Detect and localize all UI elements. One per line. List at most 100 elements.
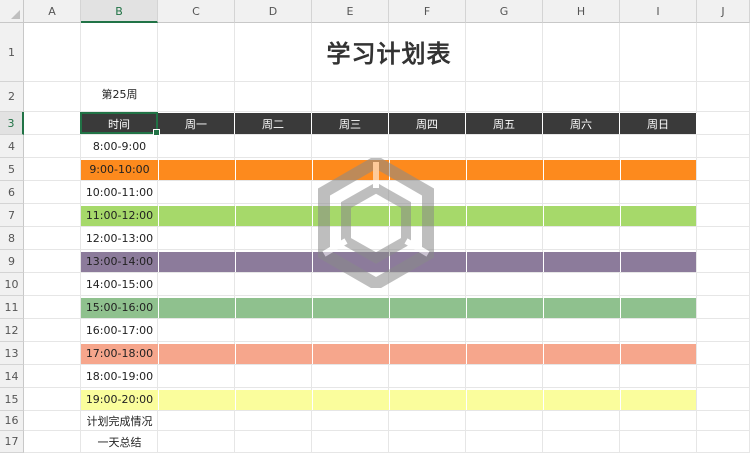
grid-cell[interactable] (620, 82, 697, 112)
header-cell-day[interactable]: 周日 (620, 113, 697, 134)
row-header-9[interactable]: 9 (0, 250, 24, 273)
grid-cell[interactable] (543, 411, 620, 431)
grid-cell[interactable] (697, 158, 750, 181)
row-header-17[interactable]: 17 (0, 431, 24, 453)
time-slot-label[interactable]: 一天总结 (81, 431, 158, 453)
grid-cell[interactable] (697, 319, 750, 342)
grid-cell[interactable] (158, 431, 235, 453)
header-cell-day[interactable]: 周六 (543, 113, 620, 134)
time-slot-label[interactable]: 10:00-11:00 (81, 181, 158, 204)
grid-cell[interactable] (389, 82, 466, 112)
grid-cell[interactable] (24, 250, 81, 273)
row-header-5[interactable]: 5 (0, 158, 24, 181)
grid-cell[interactable] (24, 296, 81, 319)
header-cell-day[interactable]: 周二 (235, 113, 312, 134)
grid-cell[interactable] (389, 431, 466, 453)
grid-cell[interactable] (24, 319, 81, 342)
grid-cell[interactable] (235, 319, 312, 342)
active-cell-selection[interactable] (80, 112, 160, 136)
grid-cell[interactable] (312, 431, 389, 453)
header-cell-day[interactable]: 周三 (312, 113, 389, 134)
grid-cell[interactable] (24, 342, 81, 365)
time-slot-label[interactable]: 15:00-16:00 (81, 296, 158, 319)
grid-cell[interactable] (543, 227, 620, 250)
grid-cell[interactable] (697, 204, 750, 227)
column-header-i[interactable]: I (620, 0, 697, 23)
grid-cell[interactable] (158, 411, 235, 431)
grid-cell[interactable] (24, 227, 81, 250)
grid-cell[interactable] (466, 181, 543, 204)
row-header-16[interactable]: 16 (0, 411, 24, 431)
row-header-1[interactable]: 1 (0, 23, 24, 82)
time-slot-label[interactable]: 14:00-15:00 (81, 273, 158, 296)
grid-cell[interactable] (24, 23, 81, 82)
grid-cell[interactable] (466, 365, 543, 388)
grid-cell[interactable] (697, 227, 750, 250)
grid-cell[interactable] (620, 411, 697, 431)
grid-cell[interactable] (466, 135, 543, 158)
row-header-13[interactable]: 13 (0, 342, 24, 365)
row-header-15[interactable]: 15 (0, 388, 24, 411)
grid-cell[interactable] (81, 23, 158, 82)
row-header-7[interactable]: 7 (0, 204, 24, 227)
grid-cell[interactable] (24, 273, 81, 296)
grid-cell[interactable] (158, 365, 235, 388)
grid-cell[interactable] (543, 135, 620, 158)
grid-cell[interactable] (312, 82, 389, 112)
row-header-8[interactable]: 8 (0, 227, 24, 250)
grid-cell[interactable] (620, 365, 697, 388)
column-header-h[interactable]: H (543, 0, 620, 23)
grid-cell[interactable] (543, 319, 620, 342)
time-slot-label[interactable]: 9:00-10:00 (81, 158, 158, 181)
grid-cell[interactable] (24, 82, 81, 112)
column-header-j[interactable]: J (697, 0, 750, 23)
grid-cell[interactable] (24, 181, 81, 204)
time-slot-label[interactable]: 11:00-12:00 (81, 204, 158, 227)
grid-cell[interactable] (24, 411, 81, 431)
week-label[interactable]: 第25周 (81, 82, 158, 105)
grid-cell[interactable] (697, 411, 750, 431)
grid-cell[interactable] (697, 388, 750, 411)
grid-cell[interactable] (312, 411, 389, 431)
time-slot-label[interactable]: 18:00-19:00 (81, 365, 158, 388)
grid-cell[interactable] (620, 319, 697, 342)
grid-cell[interactable] (24, 388, 81, 411)
grid-cell[interactable] (235, 365, 312, 388)
grid-cell[interactable] (697, 112, 750, 135)
grid-cell[interactable] (389, 319, 466, 342)
header-cell-day[interactable]: 周五 (466, 113, 543, 134)
grid-cell[interactable] (697, 342, 750, 365)
grid-cell[interactable] (235, 135, 312, 158)
row-header-2[interactable]: 2 (0, 82, 24, 112)
grid-cell[interactable] (543, 365, 620, 388)
grid-cell[interactable] (543, 431, 620, 453)
column-header-f[interactable]: F (389, 0, 466, 23)
grid-cell[interactable] (312, 135, 389, 158)
time-slot-label[interactable]: 计划完成情况 (81, 411, 158, 431)
grid-cell[interactable] (235, 227, 312, 250)
grid-cell[interactable] (466, 227, 543, 250)
grid-cell[interactable] (312, 319, 389, 342)
row-header-10[interactable]: 10 (0, 273, 24, 296)
grid-cell[interactable] (466, 82, 543, 112)
grid-cell[interactable] (620, 135, 697, 158)
grid-cell[interactable] (697, 135, 750, 158)
header-cell-day[interactable]: 周四 (389, 113, 466, 134)
grid-cell[interactable] (466, 431, 543, 453)
time-slot-label[interactable]: 8:00-9:00 (81, 135, 158, 158)
grid-cell[interactable] (235, 82, 312, 112)
time-slot-label[interactable]: 16:00-17:00 (81, 319, 158, 342)
grid-cell[interactable] (620, 227, 697, 250)
spreadsheet[interactable]: ABCDEFGHIJ 1 2 3 4 5 6 7 8 9 10 11 12 13 14 15 16 17 学习计… (0, 0, 750, 453)
grid-cell[interactable] (24, 204, 81, 227)
grid-cell[interactable] (235, 411, 312, 431)
grid-cell[interactable] (466, 319, 543, 342)
grid-cell[interactable] (235, 431, 312, 453)
column-header-b[interactable]: B (81, 0, 158, 23)
grid-cell[interactable] (24, 431, 81, 453)
grid-cell[interactable] (466, 273, 543, 296)
time-slot-label[interactable]: 13:00-14:00 (81, 250, 158, 273)
column-header-e[interactable]: E (312, 0, 389, 23)
column-header-g[interactable]: G (466, 0, 543, 23)
grid-cell[interactable] (620, 181, 697, 204)
